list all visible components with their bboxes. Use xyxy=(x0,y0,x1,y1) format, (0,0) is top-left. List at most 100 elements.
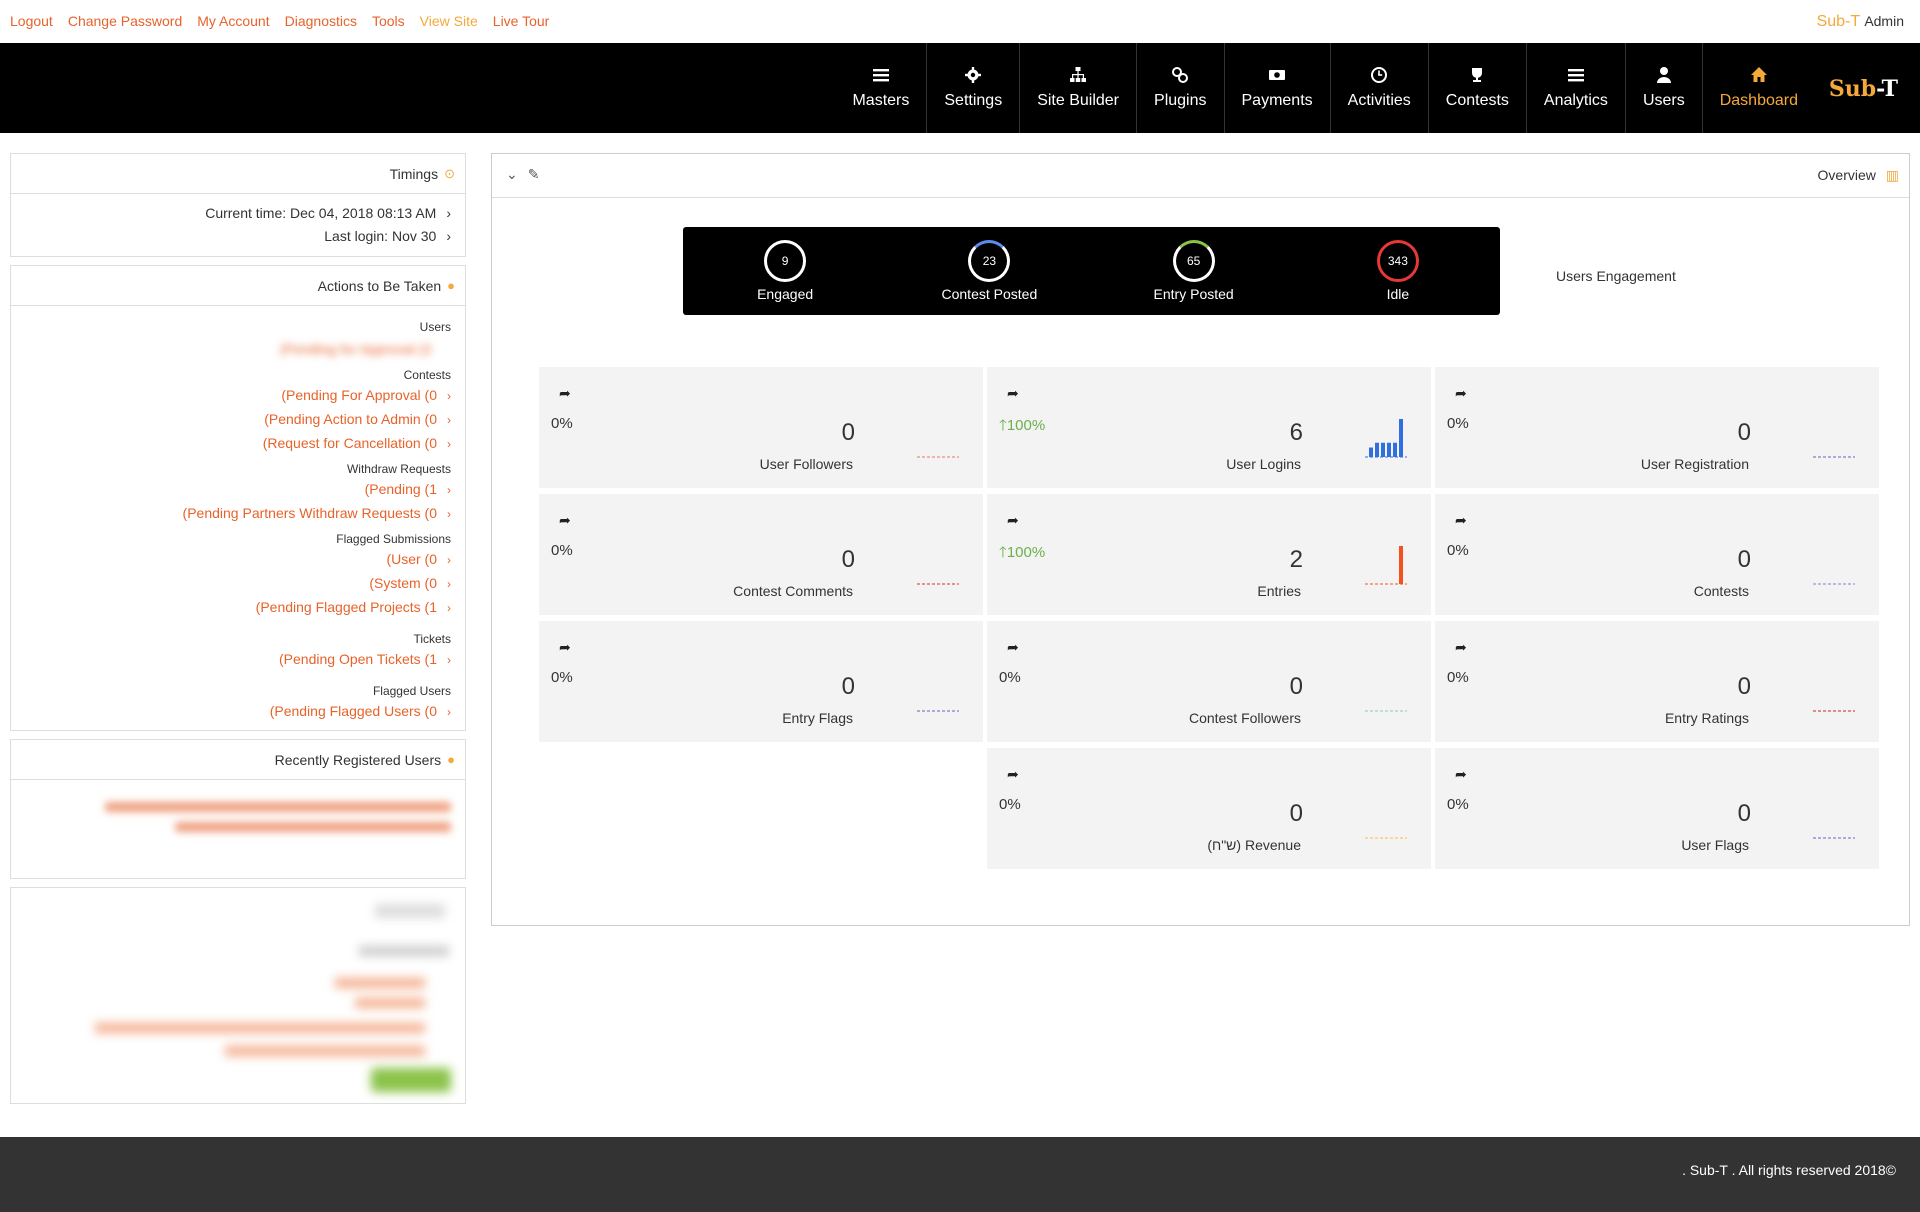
nav-plugins[interactable]: Plugins xyxy=(1137,43,1225,133)
nav-users[interactable]: Users xyxy=(1626,43,1703,133)
stat-card[interactable]: ➦ 0% 0 Entry Ratings xyxy=(1435,621,1879,742)
share-icon[interactable]: ➦ xyxy=(1455,512,1467,529)
share-icon[interactable]: ➦ xyxy=(559,639,571,656)
section-withdraw: Withdraw Requests xyxy=(346,462,451,476)
view-site-link[interactable]: View Site xyxy=(420,13,478,29)
engagement-engaged[interactable]: 9 Engaged xyxy=(683,227,887,315)
home-icon xyxy=(1750,67,1767,82)
stat-label: Contest Followers xyxy=(1188,710,1301,726)
action-item[interactable]: (User (0 › xyxy=(25,548,451,572)
chevron-right-icon: › xyxy=(447,653,451,667)
nav-site-builder[interactable]: Site Builder xyxy=(1020,43,1138,133)
user-icon: ● xyxy=(447,752,455,767)
overview-title-text: Overview xyxy=(1817,167,1876,183)
share-icon[interactable]: ➦ xyxy=(559,385,571,402)
stat-card[interactable]: ➦ 0% 0 Contest Comments xyxy=(539,494,983,615)
action-item[interactable]: (Request for Cancellation (0 › xyxy=(25,432,451,456)
sparkline xyxy=(1813,837,1855,839)
share-icon[interactable]: ➦ xyxy=(1007,385,1019,402)
share-icon[interactable]: ➦ xyxy=(1455,639,1467,656)
clock-icon xyxy=(1371,67,1388,83)
panel-title: Actions to Be Taken xyxy=(317,277,442,294)
redacted-panel xyxy=(10,887,466,1104)
last-login: Last login: Nov 30 xyxy=(324,228,437,244)
nav-masters[interactable]: Masters xyxy=(835,43,928,133)
user-icon: ● xyxy=(447,278,455,293)
nav-contests[interactable]: Contests xyxy=(1429,43,1527,133)
share-icon[interactable]: ➦ xyxy=(1007,766,1019,783)
chevron-down-icon[interactable]: ⌄ xyxy=(506,166,518,183)
stat-label: Contests xyxy=(1693,583,1749,599)
my-account-link[interactable]: My Account xyxy=(197,13,269,29)
action-item[interactable]: (Pending Flagged Projects (1 › xyxy=(25,596,451,620)
engagement-ring: 65 xyxy=(1172,240,1215,282)
redacted-user-list[interactable] xyxy=(25,802,451,832)
overview-header: ⌄ ✎ Overview ▥ xyxy=(492,154,1909,198)
nav-settings[interactable]: Settings xyxy=(927,43,1021,133)
stat-card[interactable]: ➦ 🡑100% 6 User Logins xyxy=(987,367,1431,488)
stat-label: Entry Ratings xyxy=(1664,710,1749,726)
action-item[interactable]: (Pending For Approval (0 › xyxy=(25,384,451,408)
nav-analytics[interactable]: Analytics xyxy=(1527,43,1626,133)
stat-card[interactable]: ➦ 0% 0 Contest Followers xyxy=(987,621,1431,742)
stat-percent: 0% xyxy=(1447,542,1469,559)
spark-bar xyxy=(1375,442,1379,457)
action-item[interactable]: (Pending Flagged Users (0 › xyxy=(25,700,451,724)
stat-card[interactable]: ➦ 0% 0 User Flags xyxy=(1435,748,1879,869)
stat-card[interactable]: ➦ 0% 0 Entry Flags xyxy=(539,621,983,742)
share-icon[interactable]: ➦ xyxy=(559,512,571,529)
current-time-row[interactable]: Current time: Dec 04, 2018 08:13 AM › xyxy=(25,202,451,225)
tools-link[interactable]: Tools xyxy=(372,13,405,29)
chevron-right-icon: › xyxy=(447,483,451,497)
engagement-bar: 9 Engaged 23 Contest Posted 65 Entry Pos… xyxy=(683,227,1500,315)
action-item[interactable]: (System (0 › xyxy=(25,572,451,596)
stat-card[interactable]: ➦ 0% 0 (ש"ח) Revenue xyxy=(987,748,1431,869)
share-icon[interactable]: ➦ xyxy=(1007,639,1019,656)
stat-card[interactable]: ➦ 0% 0 Contests xyxy=(1435,494,1879,615)
live-tour-link[interactable]: Live Tour xyxy=(493,13,550,29)
share-icon[interactable]: ➦ xyxy=(1455,385,1467,402)
share-icon[interactable]: ➦ xyxy=(1455,766,1467,783)
nav-brand-logo[interactable]: Sub-T xyxy=(1829,76,1898,102)
action-item[interactable]: (Pending Action to Admin (0 › xyxy=(25,408,451,432)
spark-bar xyxy=(1369,447,1373,457)
stat-label: Contest Comments xyxy=(733,583,853,599)
action-item[interactable]: (Pending (1 › xyxy=(25,478,451,502)
main-nav: Masters Settings Site Builder Plugins Pa… xyxy=(0,43,1920,133)
recent-users-panel: Recently Registered Users ● xyxy=(10,739,466,879)
action-users-pending[interactable]: (Pending for Approval (3 xyxy=(25,336,431,362)
overview-panel: ⌄ ✎ Overview ▥ 9 Engaged 23 Contest Post… xyxy=(491,153,1910,926)
logout-link[interactable]: Logout xyxy=(10,13,53,29)
engagement-entry-posted[interactable]: 65 Entry Posted xyxy=(1092,227,1296,315)
chevron-right-icon: › xyxy=(447,577,451,591)
stat-percent: 🡑100% xyxy=(999,542,1045,567)
trophy-icon xyxy=(1472,68,1483,82)
action-item[interactable]: (Pending Partners Withdraw Requests (0 › xyxy=(25,502,451,526)
stat-value: 6 xyxy=(1289,419,1303,446)
share-icon[interactable]: ➦ xyxy=(1007,512,1019,529)
nav-activities[interactable]: Activities xyxy=(1331,43,1429,133)
link-icon xyxy=(1172,67,1189,83)
engagement-contest-posted[interactable]: 23 Contest Posted xyxy=(887,227,1091,315)
stat-card[interactable]: ➦ 0% 0 User Registration xyxy=(1435,367,1879,488)
logo-part: Sub xyxy=(1828,76,1877,102)
nav-label: Site Builder xyxy=(1037,92,1120,109)
stat-label: Entry Flags xyxy=(782,710,853,726)
nav-dashboard[interactable]: Dashboard xyxy=(1703,43,1815,133)
stat-value: 0 xyxy=(1737,546,1751,573)
diagnostics-link[interactable]: Diagnostics xyxy=(285,13,357,29)
wrench-icon[interactable]: ✎ xyxy=(528,166,540,183)
engagement-idle[interactable]: 343 Idle xyxy=(1296,227,1500,315)
brand-user: Sub-T Admin xyxy=(1817,13,1904,31)
nav-payments[interactable]: Payments xyxy=(1225,43,1331,133)
section-tickets: Tickets xyxy=(413,632,451,646)
sparkline xyxy=(917,456,959,458)
sparkline xyxy=(1813,456,1855,458)
stat-card[interactable]: ➦ 0% 0 User Followers xyxy=(539,367,983,488)
action-item[interactable]: (Pending Open Tickets (1 › xyxy=(25,648,451,672)
last-login-row[interactable]: Last login: Nov 30 › xyxy=(25,225,451,248)
stat-card[interactable]: ➦ 🡑100% 2 Entries xyxy=(987,494,1431,615)
change-password-link[interactable]: Change Password xyxy=(68,13,182,29)
stat-label: User Logins xyxy=(1226,456,1301,472)
redacted-content xyxy=(11,888,465,1103)
